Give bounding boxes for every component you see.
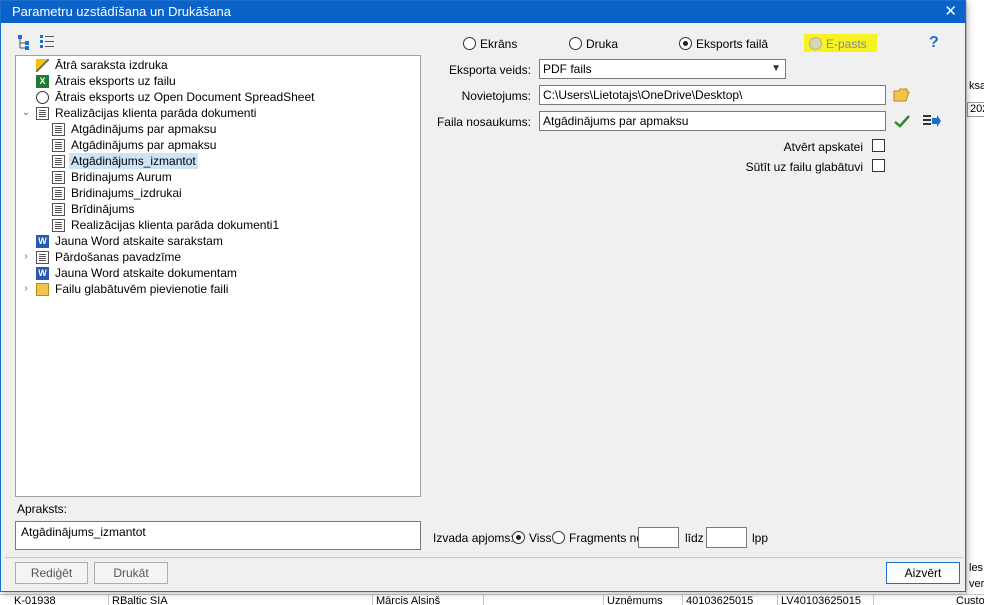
range-label: Izvada apjoms: bbox=[433, 531, 514, 545]
open-preview-label: Atvērt apskatei bbox=[783, 140, 863, 154]
background-cell: Custo bbox=[956, 595, 984, 605]
doc-icon bbox=[36, 107, 49, 120]
send-storage-label: Sūtīt uz failu glabātuvi bbox=[745, 160, 863, 174]
tree-item-label: Ātrais eksports uz Open Document SpreadS… bbox=[55, 90, 315, 104]
background-cell: les bbox=[969, 562, 984, 574]
chevron-down-icon[interactable]: ⌄ bbox=[20, 105, 32, 121]
doc-icon bbox=[36, 251, 49, 264]
radio-screen-label[interactable]: Ekrāns bbox=[480, 37, 517, 51]
checkmark-icon[interactable] bbox=[894, 114, 910, 128]
tree-item-label: Realizācijas klienta parāda dokumenti1 bbox=[71, 218, 280, 232]
background-cell: RBaltic SIA bbox=[112, 595, 168, 605]
folder-icon bbox=[36, 283, 49, 296]
radio-print[interactable] bbox=[569, 37, 582, 50]
doc-icon bbox=[52, 139, 65, 152]
filename-field[interactable]: Atgādinājums par apmaksu bbox=[539, 111, 886, 131]
background-cell: 202 bbox=[967, 102, 984, 117]
background-cell: LV40103625015 bbox=[781, 595, 861, 605]
tree-item-label: Bridinajums Aurum bbox=[71, 170, 172, 184]
background-table-row: K-01938 RBaltic SIA Mārcis Alsiņš Uzņēmu… bbox=[0, 594, 984, 605]
doc-icon bbox=[52, 155, 65, 168]
chevron-down-icon: ▼ bbox=[771, 63, 781, 74]
report-tree[interactable]: Ātrā saraksta izdruka X Ātrais eksports … bbox=[15, 55, 421, 497]
chevron-right-icon[interactable]: › bbox=[20, 281, 32, 297]
tree-item-label: Atgādinājums par apmaksu bbox=[71, 138, 217, 152]
background-cell: ver bbox=[969, 578, 984, 590]
radio-range-fragment[interactable] bbox=[552, 531, 565, 544]
tree-item-label: Pārdošanas pavadzīme bbox=[55, 250, 182, 264]
background-cell: Uzņēmums bbox=[607, 595, 663, 605]
close-button[interactable]: Aizvērt bbox=[886, 562, 960, 584]
tree-item-label: Jauna Word atskaite sarakstam bbox=[55, 234, 223, 248]
open-preview-checkbox[interactable] bbox=[872, 139, 885, 152]
range-pages-label: lpp bbox=[752, 531, 769, 545]
doc-icon bbox=[52, 187, 65, 200]
tree-item-label: Failu glabātuvēm pievienotie faili bbox=[55, 282, 229, 296]
background-cell: Mārcis Alsiņš bbox=[376, 595, 441, 605]
edit-button[interactable]: Rediģēt bbox=[15, 562, 88, 584]
tree-view-icon[interactable] bbox=[17, 34, 33, 50]
location-label: Novietojums: bbox=[461, 89, 531, 103]
divider bbox=[5, 557, 963, 558]
print-settings-dialog: Parametru uzstādīšana un Drukāšana ✕ Ātr… bbox=[0, 0, 966, 592]
tree-item-label: Atgādinājums par apmaksu bbox=[71, 122, 217, 136]
tree-item-label: Realizācijas klienta parāda dokumenti bbox=[55, 106, 257, 120]
export-type-select[interactable]: PDF fails ▼ bbox=[539, 59, 786, 79]
doc-icon bbox=[52, 123, 65, 136]
filename-value: Atgādinājums par apmaksu bbox=[543, 114, 689, 128]
folder-open-icon[interactable] bbox=[893, 88, 910, 102]
tree-item-label: Bridinajums_izdrukai bbox=[71, 186, 182, 200]
radio-export-file[interactable] bbox=[679, 37, 692, 50]
background-cell: ksas bbox=[969, 80, 984, 92]
export-list-icon[interactable] bbox=[923, 114, 941, 129]
background-cell: K-01938 bbox=[14, 595, 56, 605]
radio-print-label[interactable]: Druka bbox=[586, 37, 618, 51]
title-bar: Parametru uzstādīšana un Drukāšana ✕ bbox=[1, 1, 965, 23]
odt-icon bbox=[36, 91, 49, 104]
radio-email-label: E-pasts bbox=[826, 37, 867, 51]
wand-icon bbox=[36, 59, 49, 72]
list-view-icon[interactable] bbox=[39, 34, 55, 50]
print-button[interactable]: Drukāt bbox=[94, 562, 168, 584]
excel-icon: X bbox=[36, 75, 49, 88]
chevron-right-icon[interactable]: › bbox=[20, 249, 32, 265]
window-title: Parametru uzstādīšana un Drukāšana bbox=[12, 4, 231, 19]
tree-item-label: Ātrais eksports uz failu bbox=[55, 74, 176, 88]
doc-icon bbox=[52, 171, 65, 184]
tree-item-label: Jauna Word atskaite dokumentam bbox=[55, 266, 237, 280]
word-icon: W bbox=[36, 235, 49, 248]
radio-range-all-label[interactable]: Viss bbox=[529, 531, 551, 545]
location-value: C:\Users\Lietotajs\OneDrive\Desktop\ bbox=[543, 88, 743, 102]
filename-label: Faila nosaukums: bbox=[436, 115, 531, 129]
word-icon: W bbox=[36, 267, 49, 280]
range-from-field[interactable] bbox=[638, 527, 679, 548]
doc-icon bbox=[52, 219, 65, 232]
radio-range-all[interactable] bbox=[512, 531, 525, 544]
help-icon[interactable]: ? bbox=[929, 34, 939, 52]
background-grid-right: ksas 202 les ver bbox=[966, 0, 984, 605]
radio-screen[interactable] bbox=[463, 37, 476, 50]
location-field[interactable]: C:\Users\Lietotajs\OneDrive\Desktop\ bbox=[539, 85, 886, 105]
background-cell: 40103625015 bbox=[686, 595, 754, 605]
doc-icon bbox=[52, 203, 65, 216]
description-field[interactable]: Atgādinājums_izmantot bbox=[15, 521, 421, 550]
radio-range-fragment-label[interactable]: Fragments no bbox=[569, 531, 643, 545]
tree-item-label: Atgādinājums_izmantot bbox=[69, 153, 198, 169]
export-type-value: PDF fails bbox=[543, 62, 592, 76]
tree-item-label: Brīdinājums bbox=[71, 202, 135, 216]
radio-email bbox=[809, 37, 822, 50]
export-type-label: Eksporta veids: bbox=[448, 63, 531, 77]
tree-item-label: Ātrā saraksta izdruka bbox=[55, 58, 168, 72]
close-icon[interactable]: ✕ bbox=[944, 2, 957, 20]
description-label: Apraksts: bbox=[17, 502, 68, 516]
range-to-field[interactable] bbox=[706, 527, 747, 548]
range-to-label: līdz bbox=[685, 531, 704, 545]
radio-export-file-label[interactable]: Eksports failā bbox=[696, 37, 768, 51]
send-storage-checkbox[interactable] bbox=[872, 159, 885, 172]
